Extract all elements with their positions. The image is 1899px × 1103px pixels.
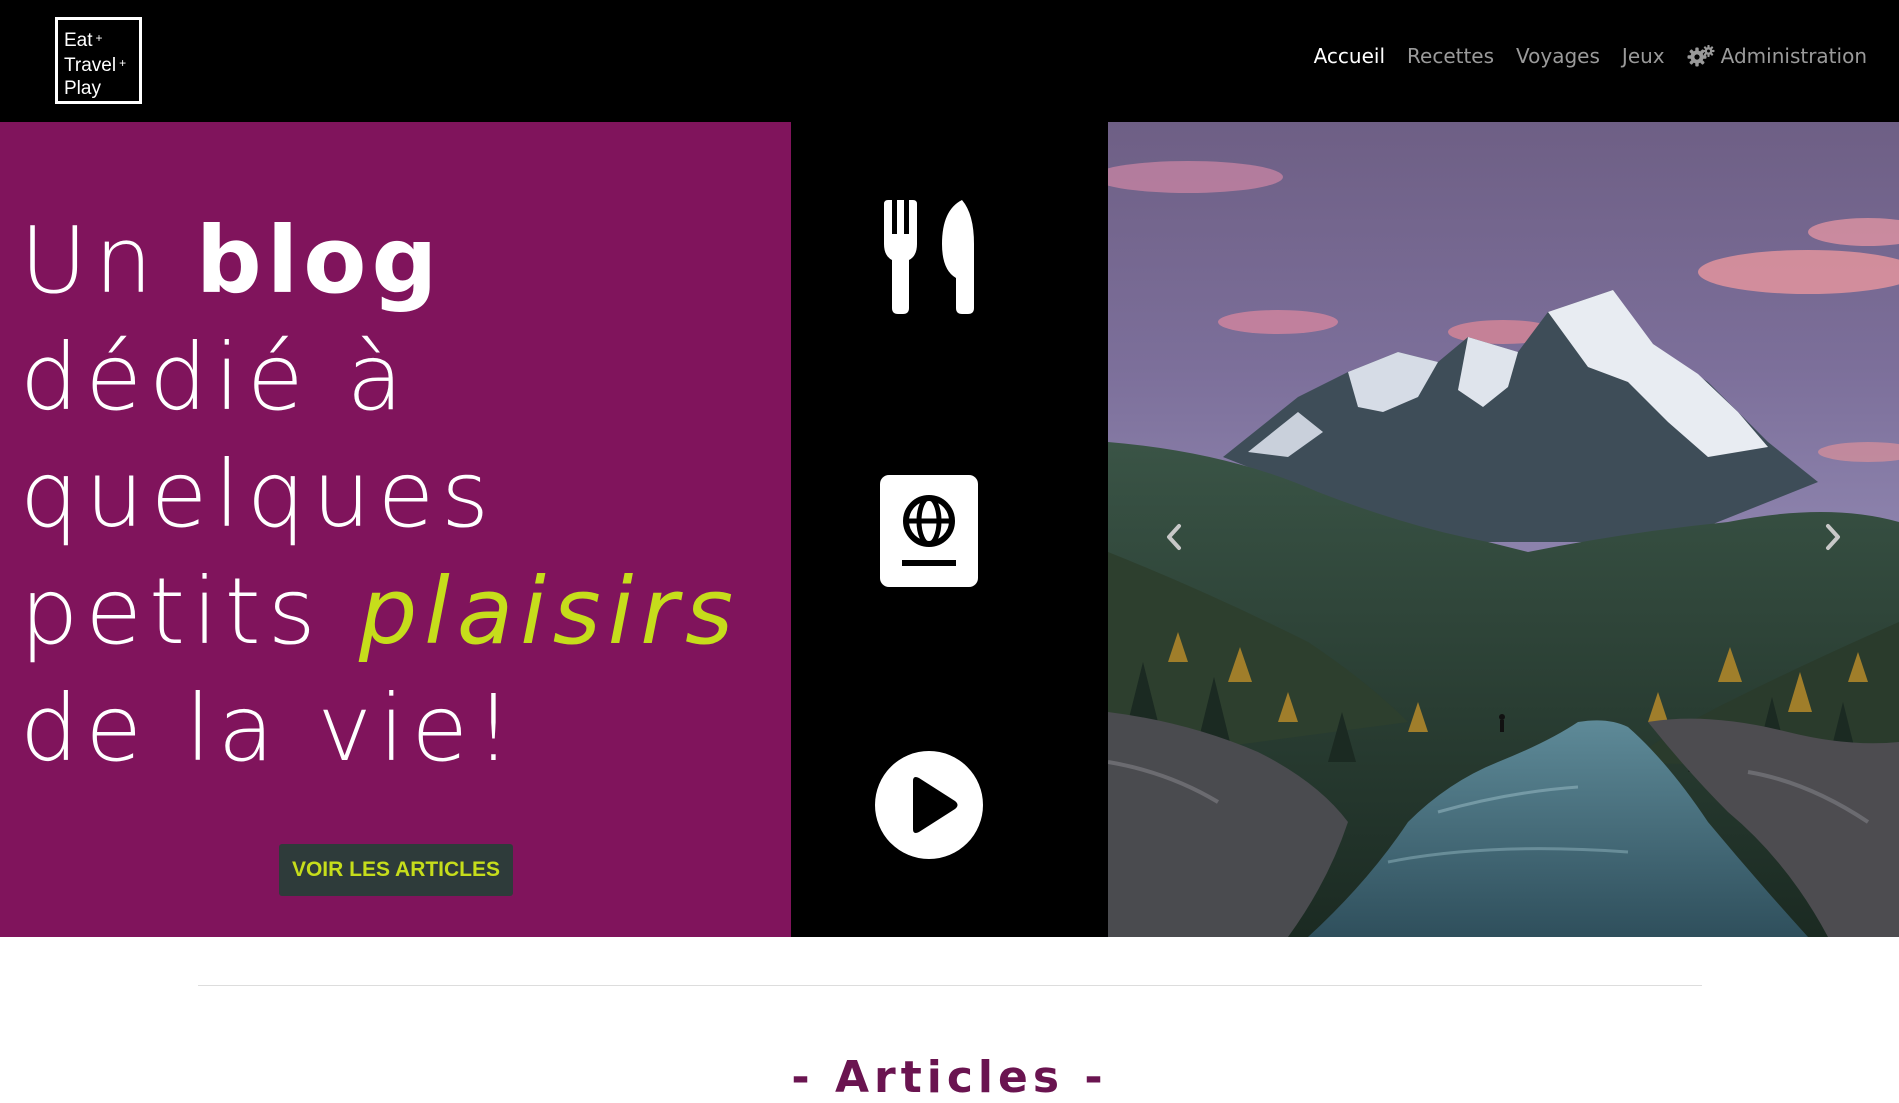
logo-line-play: Play (64, 78, 101, 99)
logo-line-eat: Eat + (64, 30, 103, 51)
brand-logo[interactable]: Eat + Travel + Play (55, 17, 142, 104)
hero-line-5: de la vie! (20, 675, 519, 782)
mountain-landscape-image (1108, 122, 1899, 937)
nav-admin-label: Administration (1720, 44, 1867, 68)
section-divider (198, 985, 1702, 986)
carousel-prev-button[interactable] (1154, 517, 1194, 557)
nav-link-jeux[interactable]: Jeux (1622, 44, 1665, 68)
hero-line-2: dédié à (20, 324, 411, 431)
hero-line-3: quelques (20, 441, 497, 548)
nav-link-accueil[interactable]: Accueil (1314, 44, 1385, 68)
top-navbar: Eat + Travel + Play Accueil Recettes Voyag… (0, 0, 1899, 122)
hero-intro-panel: Un blog dédié à quelques petits plaisirs… (0, 122, 791, 937)
articles-section-title: - Articles - (791, 1052, 1108, 1103)
category-icons-panel (791, 122, 1108, 937)
nav-link-voyages[interactable]: Voyages (1516, 44, 1600, 68)
view-articles-button[interactable]: Voir les articles (279, 844, 513, 896)
passport-icon[interactable] (880, 475, 978, 587)
hero-word-plaisirs: plaisirs (358, 558, 741, 665)
hero-line-1: Un blog (20, 207, 443, 314)
main-nav: Accueil Recettes Voyages Jeux Administra… (1314, 44, 1867, 68)
hero-carousel (1108, 122, 1899, 937)
chevron-right-icon (1826, 524, 1840, 550)
gears-icon (1687, 45, 1715, 67)
hero-word-blog: blog (195, 207, 443, 314)
carousel-next-button[interactable] (1813, 517, 1853, 557)
hero-line-4: petits plaisirs (20, 558, 741, 665)
nav-link-recettes[interactable]: Recettes (1407, 44, 1494, 68)
nav-link-administration[interactable]: Administration (1687, 44, 1867, 68)
hero-heading: Un blog dédié à quelques petits plaisirs… (20, 202, 780, 787)
chevron-left-icon (1167, 524, 1181, 550)
logo-line-travel: Travel + (64, 55, 127, 76)
fork-knife-icon[interactable] (882, 200, 974, 314)
play-circle-icon[interactable] (875, 751, 983, 859)
